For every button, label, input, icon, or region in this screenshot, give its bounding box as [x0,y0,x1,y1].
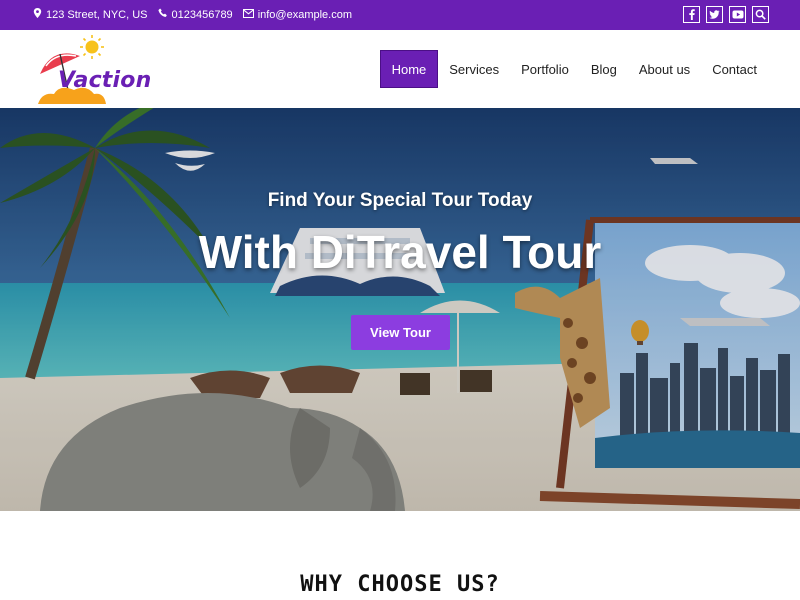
nav-about-us[interactable]: About us [628,50,701,88]
phone-text: 0123456789 [171,8,233,21]
social-links [683,6,769,23]
phone-item[interactable]: 0123456789 [157,8,233,21]
nav-portfolio[interactable]: Portfolio [510,50,580,88]
youtube-icon[interactable] [729,6,746,23]
facebook-icon[interactable] [683,6,700,23]
email-text: info@example.com [257,8,353,21]
site-header: Vaction Home Services Portfolio Blog Abo… [0,30,800,108]
hero-overlay [0,108,800,511]
hero-title: With DiTravel Tour [198,226,602,278]
contact-info: 123 Street, NYC, US 0123456789 info@exam… [33,8,352,21]
nav-contact[interactable]: Contact [701,50,768,88]
hero-banner: Find Your Special Tour Today With DiTrav… [0,108,800,511]
nav-home[interactable]: Home [379,50,439,88]
search-icon[interactable] [752,6,769,23]
hero-subtitle: Find Your Special Tour Today [267,190,533,211]
main-nav: Home Services Portfolio Blog About us Co… [379,50,768,88]
envelope-icon [242,8,254,21]
address-item: 123 Street, NYC, US [33,8,148,21]
top-bar: 123 Street, NYC, US 0123456789 info@exam… [0,0,800,30]
email-item[interactable]: info@example.com [242,8,353,21]
map-pin-icon [33,8,42,21]
logo-text: Vaction [58,68,152,93]
twitter-icon[interactable] [706,6,723,23]
nav-services[interactable]: Services [438,50,510,88]
address-text: 123 Street, NYC, US [46,8,148,21]
phone-icon [157,8,168,21]
section-title: WHY CHOOSE US? [300,572,500,597]
view-tour-button[interactable]: View Tour [351,315,450,350]
logo[interactable]: Vaction [36,34,166,106]
nav-blog[interactable]: Blog [580,50,628,88]
